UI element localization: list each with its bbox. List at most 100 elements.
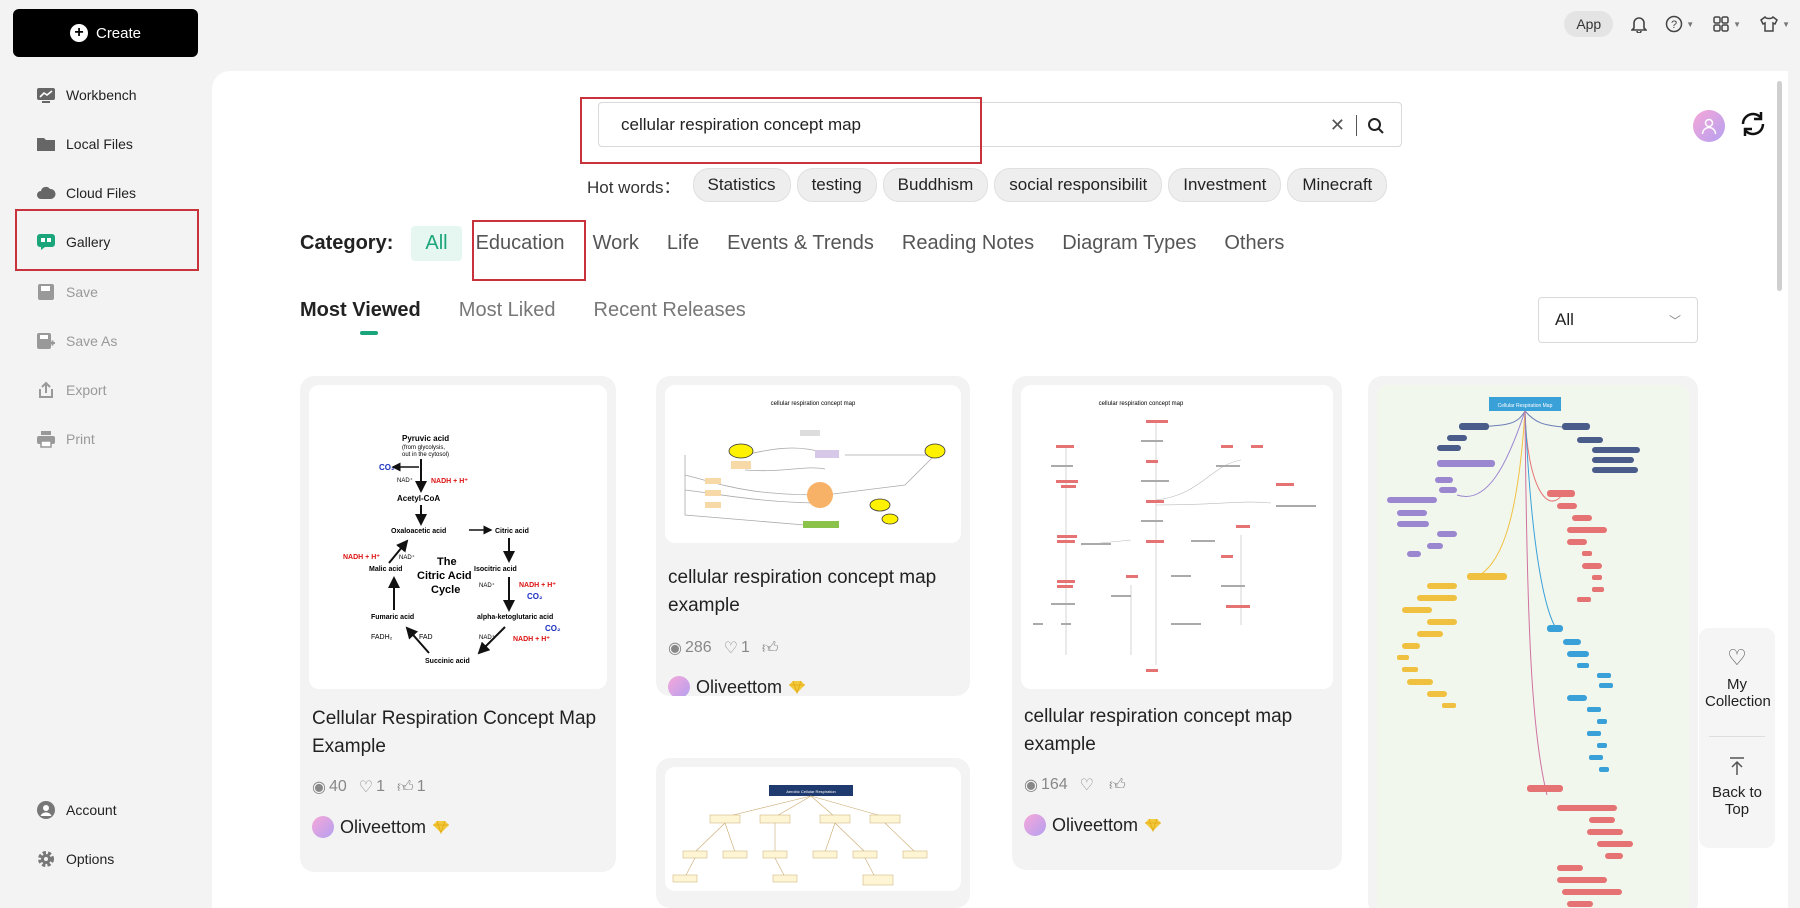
card-thumbnail: cellular respiration concept map <box>1021 385 1333 689</box>
svg-text:NADH + H⁺: NADH + H⁺ <box>513 636 550 643</box>
tab-recent-releases[interactable]: Recent Releases <box>594 299 746 332</box>
hot-word-chip[interactable]: testing <box>796 168 877 202</box>
svg-text:FADH₂: FADH₂ <box>371 634 393 641</box>
sidebar-item-save-as[interactable]: Save As <box>36 328 117 354</box>
card-title[interactable]: cellular respiration concept map example <box>1024 703 1330 759</box>
category-label: Category: <box>300 232 394 254</box>
scrollbar[interactable] <box>1777 81 1782 291</box>
template-card[interactable]: Pyruvic acid (from glycolysis, out in th… <box>300 376 616 872</box>
top-bar: App ? ▼ ▼ ▼ <box>1564 0 1800 48</box>
views-count: 40 <box>328 778 347 795</box>
arrow-up-icon <box>1699 756 1775 780</box>
hot-word-chip[interactable]: Investment <box>1168 168 1282 202</box>
likes-stat[interactable]: ♡ <box>1080 775 1097 795</box>
svg-text:Aerobic Cellular Respiration: Aerobic Cellular Respiration <box>786 789 836 794</box>
template-card[interactable]: cellular respiration concept map cellula… <box>1012 376 1342 870</box>
card-author[interactable]: Oliveettom <box>1024 814 1162 836</box>
create-button[interactable]: + Create <box>13 9 198 57</box>
chevron-down-icon: ﹀ <box>1668 313 1681 328</box>
category-others[interactable]: Others <box>1210 226 1298 261</box>
template-card[interactable]: Cellular Respiration Map <box>1368 376 1698 908</box>
premium-gem-icon <box>433 820 450 834</box>
premium-gem-icon <box>1145 818 1162 832</box>
likes-stat[interactable]: ♡ 1 <box>359 777 385 797</box>
clear-icon[interactable]: ✕ <box>1330 115 1345 136</box>
category-all[interactable]: All <box>411 226 462 261</box>
sidebar-item-options[interactable]: Options <box>36 846 114 872</box>
gallery-main-panel: ✕ Hot words： Statistics testing Buddhism… <box>212 71 1788 908</box>
sidebar-item-local-files[interactable]: Local Files <box>36 131 133 157</box>
sidebar-item-account[interactable]: Account <box>36 797 117 823</box>
template-card[interactable]: Aerobic Cellular Respiration <box>656 758 970 908</box>
avatar[interactable] <box>1693 110 1725 142</box>
sidebar-item-label: Export <box>66 382 107 398</box>
tab-most-viewed[interactable]: Most Viewed <box>300 299 421 335</box>
category-bar: Category: All Education Work Life Events… <box>300 226 1298 261</box>
views-stat: ◉ 40 <box>312 777 347 797</box>
thumbs-up-icon: 👍︎ <box>1109 776 1126 794</box>
sidebar-item-save[interactable]: Save <box>36 279 98 305</box>
hot-word-chip[interactable]: Minecraft <box>1287 168 1388 202</box>
eye-icon: ◉ <box>312 779 326 796</box>
back-to-top-button[interactable]: Back to Top <box>1699 756 1775 818</box>
workbench-icon <box>36 86 56 104</box>
eye-icon: ◉ <box>668 640 682 657</box>
author-name: Oliveettom <box>1052 814 1139 835</box>
sidebar-item-label: Local Files <box>66 136 133 152</box>
svg-text:Succinic acid: Succinic acid <box>425 658 470 665</box>
card-author[interactable]: Oliveettom <box>668 676 806 696</box>
filter-select[interactable]: All ﹀ <box>1538 297 1698 343</box>
apps-grid-icon[interactable]: ▼ <box>1712 15 1741 33</box>
card-title[interactable]: Cellular Respiration Concept Map Example <box>312 705 604 761</box>
likes-stat[interactable]: ♡ 1 <box>724 638 750 658</box>
chevron-down-icon: ▼ <box>1733 19 1742 29</box>
sidebar-item-workbench[interactable]: Workbench <box>36 82 137 108</box>
svg-text:FAD: FAD <box>419 634 433 641</box>
category-diagram-types[interactable]: Diagram Types <box>1048 226 1210 261</box>
svg-text:The: The <box>437 556 457 568</box>
card-title[interactable]: cellular respiration concept map example <box>668 564 958 620</box>
thumbs-up-icon: 👍︎ <box>397 778 414 796</box>
help-icon[interactable]: ? ▼ <box>1665 15 1694 33</box>
tab-most-liked[interactable]: Most Liked <box>459 299 556 332</box>
chevron-down-icon: ▼ <box>1782 19 1790 29</box>
sidebar-item-label: Options <box>66 851 115 867</box>
sidebar-item-label: Account <box>66 802 117 818</box>
sidebar-item-cloud-files[interactable]: Cloud Files <box>36 180 136 206</box>
category-life[interactable]: Life <box>653 226 713 261</box>
svg-text:Isocitric acid: Isocitric acid <box>474 566 517 573</box>
card-thumbnail: Cellular Respiration Map <box>1377 385 1689 908</box>
heart-icon: ♡ <box>358 779 374 796</box>
my-collection-button[interactable]: ♡ My Collection <box>1699 645 1775 711</box>
chevron-down-icon: ▼ <box>1686 19 1695 29</box>
divider <box>1356 115 1357 136</box>
hot-word-chip[interactable]: Buddhism <box>882 168 989 202</box>
shirt-icon[interactable]: ▼ <box>1759 15 1790 33</box>
hot-words: Hot words： Statistics testing Buddhism s… <box>587 168 1388 202</box>
refresh-icon[interactable] <box>1737 108 1769 140</box>
thumbs-stat[interactable]: 👍︎ <box>1109 776 1129 795</box>
create-label: Create <box>95 24 142 42</box>
avatar <box>312 816 334 838</box>
sidebar-item-print[interactable]: Print <box>36 426 95 452</box>
hot-word-chip[interactable]: social responsibilit <box>994 168 1163 202</box>
gear-icon <box>36 850 56 868</box>
category-reading-notes[interactable]: Reading Notes <box>888 226 1048 261</box>
thumbs-stat[interactable]: 👍︎ 1 <box>397 778 426 797</box>
hot-word-chip[interactable]: Statistics <box>692 168 791 202</box>
sidebar-item-label: Workbench <box>66 87 137 103</box>
card-author[interactable]: Oliveettom <box>312 816 450 838</box>
svg-text:CO₂: CO₂ <box>545 624 561 633</box>
filter-value: All <box>1555 310 1574 329</box>
thumbs-stat[interactable]: 👍︎ <box>762 639 782 658</box>
bell-icon[interactable] <box>1631 15 1648 33</box>
sidebar-item-export[interactable]: Export <box>36 377 106 403</box>
category-events-trends[interactable]: Events & Trends <box>713 226 888 261</box>
heart-icon: ♡ <box>1727 645 1747 670</box>
app-button[interactable]: App <box>1564 11 1614 37</box>
template-card[interactable]: cellular respiration concept map cellula… <box>656 376 970 696</box>
category-work[interactable]: Work <box>579 226 653 261</box>
search-icon[interactable] <box>1365 115 1387 137</box>
svg-text:NAD⁺: NAD⁺ <box>399 554 415 561</box>
card-thumbnail: Pyruvic acid (from glycolysis, out in th… <box>309 385 607 689</box>
